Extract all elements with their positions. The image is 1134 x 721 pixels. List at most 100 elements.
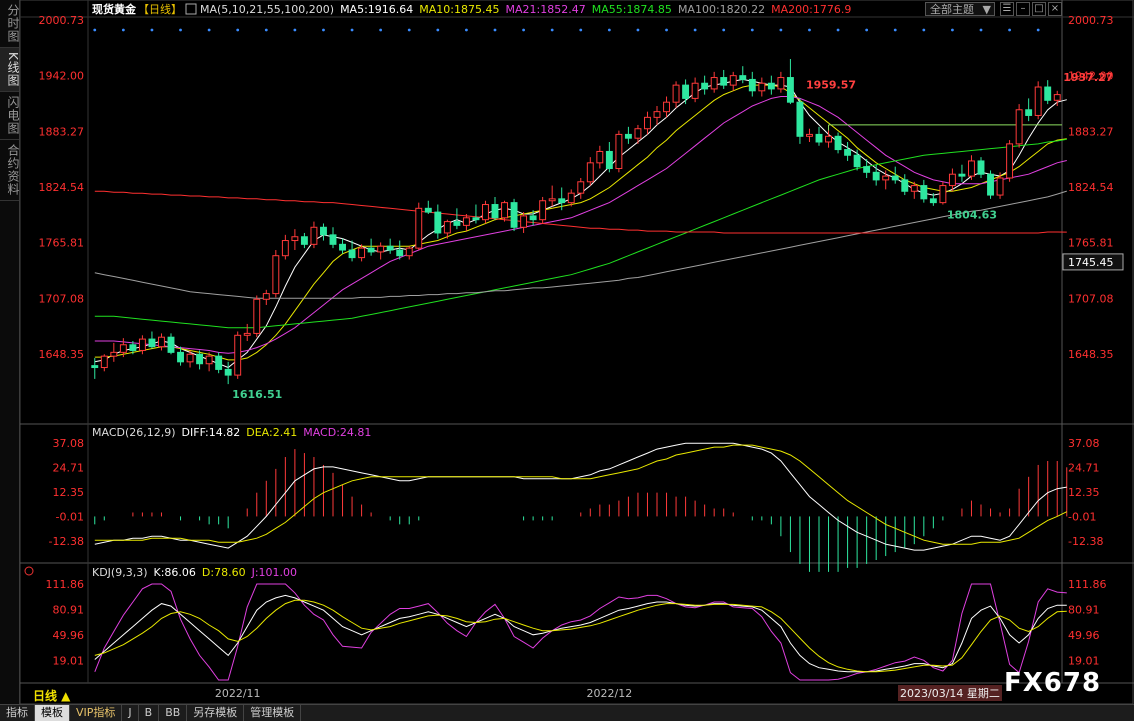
candle-body — [969, 161, 975, 176]
candle-body — [406, 248, 412, 256]
chart-canvas[interactable]: 1616.511959.571804.631937.27 2000.732000… — [0, 0, 1134, 705]
ma-legend-item: MA100:1820.22 — [678, 3, 765, 16]
tab-b[interactable]: B — [139, 705, 160, 721]
ma-legend-item: MA5:1916.64 — [340, 3, 413, 16]
candle-body — [645, 117, 651, 128]
candle-body — [387, 246, 393, 250]
candle-body — [854, 155, 860, 166]
grid-lines — [93, 29, 1039, 32]
candle-body — [321, 227, 327, 235]
price-tick-right: 1883.27 — [1068, 125, 1114, 138]
candle-body — [568, 193, 574, 202]
candle-body — [168, 337, 174, 352]
event-marker-dot — [808, 29, 811, 32]
macd-tick-left: 24.71 — [53, 461, 85, 474]
event-marker-dot — [694, 29, 697, 32]
price-tick-left: 1824.54 — [39, 181, 85, 194]
event-marker-dot — [894, 29, 897, 32]
event-marker-dot — [179, 29, 182, 32]
event-marker-dot — [208, 29, 211, 32]
event-marker-dot — [865, 29, 868, 32]
candle-body — [559, 199, 565, 203]
candle-body — [301, 237, 307, 245]
candle-body — [930, 199, 936, 203]
candle-body — [683, 85, 689, 98]
price-tick-right: 1942.00 — [1068, 70, 1114, 83]
macd-tick-left: -12.38 — [49, 535, 84, 548]
price-tick-left: 1942.00 — [39, 70, 85, 83]
candle-body — [340, 244, 346, 250]
kdj-legend-item: D:78.60 — [202, 566, 246, 579]
candle-body — [368, 248, 374, 252]
event-marker-dot — [265, 29, 268, 32]
event-marker-dot — [637, 29, 640, 32]
event-marker-dot — [951, 29, 954, 32]
ma-line-ma10 — [95, 85, 1067, 360]
price-tick-left: 1648.35 — [39, 348, 85, 361]
macd-tick-right: 37.08 — [1068, 437, 1100, 450]
candle-body — [225, 369, 231, 375]
macd-diff-line — [95, 443, 1067, 550]
macd-panel — [95, 443, 1067, 572]
candle-body — [702, 83, 708, 89]
kdj-legend-item: J:101.00 — [251, 566, 297, 579]
kdj-tick-left: 49.96 — [53, 629, 85, 642]
candle-body — [254, 299, 260, 333]
candle-body — [130, 345, 136, 351]
candle-body — [749, 79, 755, 90]
tab-save-template[interactable]: 另存模板 — [187, 705, 244, 721]
candle-body — [473, 218, 479, 220]
ma-line-ma21 — [95, 97, 1067, 354]
current-price-label: 1745.45 — [1068, 256, 1114, 269]
tab-templates[interactable]: 模板 — [35, 705, 70, 721]
date-tick: 2022/12 — [587, 687, 633, 700]
bottom-toolbar: 指标模板VIP指标JBBB另存模板管理模板 — [0, 704, 1134, 721]
kdj-legend-item: K:86.06 — [154, 566, 196, 579]
candle-body — [101, 356, 107, 367]
tab-manage-template[interactable]: 管理模板 — [244, 705, 301, 721]
event-marker-dot — [608, 29, 611, 32]
candle-body — [616, 134, 622, 168]
candle-body — [444, 222, 450, 233]
price-tick-right: 1707.08 — [1068, 292, 1114, 305]
price-tick-left: 1765.81 — [39, 237, 85, 250]
candle-body — [139, 339, 145, 350]
candle-body — [940, 186, 946, 203]
candle-body — [778, 78, 784, 89]
candle-body — [883, 176, 889, 180]
kdj-tick-right: 49.96 — [1068, 629, 1100, 642]
macd-legend-item: DEA:2.41 — [246, 426, 297, 439]
event-marker-dot — [379, 29, 382, 32]
macd-legend-item: MACD:24.81 — [303, 426, 371, 439]
tab-bb[interactable]: BB — [159, 705, 187, 721]
indicator-legends: 现货黄金【日线】MA(5,10,21,55,100,200)MA5:1916.6… — [92, 2, 851, 579]
tab-j[interactable]: J — [122, 705, 138, 721]
price-tick-right: 1824.54 — [1068, 181, 1114, 194]
candle-body — [768, 83, 774, 89]
candle-body — [178, 352, 184, 361]
macd-tick-right: 12.35 — [1068, 486, 1100, 499]
candle-body — [578, 182, 584, 193]
candle-body — [949, 174, 955, 185]
event-marker-dot — [579, 29, 582, 32]
candle-body — [463, 218, 469, 226]
candle-body — [397, 250, 403, 256]
tab-vip-indicators[interactable]: VIP指标 — [70, 705, 122, 721]
event-marker-dot — [779, 29, 782, 32]
event-marker-dot — [351, 29, 354, 32]
candle-body — [521, 216, 527, 227]
event-marker-dot — [494, 29, 497, 32]
candlestick-series — [92, 59, 1060, 384]
tab-indicators[interactable]: 指标 — [0, 705, 35, 721]
candle-body — [587, 163, 593, 182]
candle-body — [864, 167, 870, 173]
candle-body — [654, 112, 660, 118]
high-price-label: 1959.57 — [806, 78, 856, 91]
event-marker-dot — [1037, 29, 1040, 32]
candle-body — [330, 235, 336, 244]
ma-settings-icon — [186, 4, 196, 14]
ma-line-ma5 — [95, 79, 1067, 367]
watermark-logo: FX678 — [1004, 668, 1101, 698]
ma-legend-item: MA55:1874.85 — [592, 3, 672, 16]
period-label[interactable]: 日线 ▲ — [33, 687, 70, 704]
